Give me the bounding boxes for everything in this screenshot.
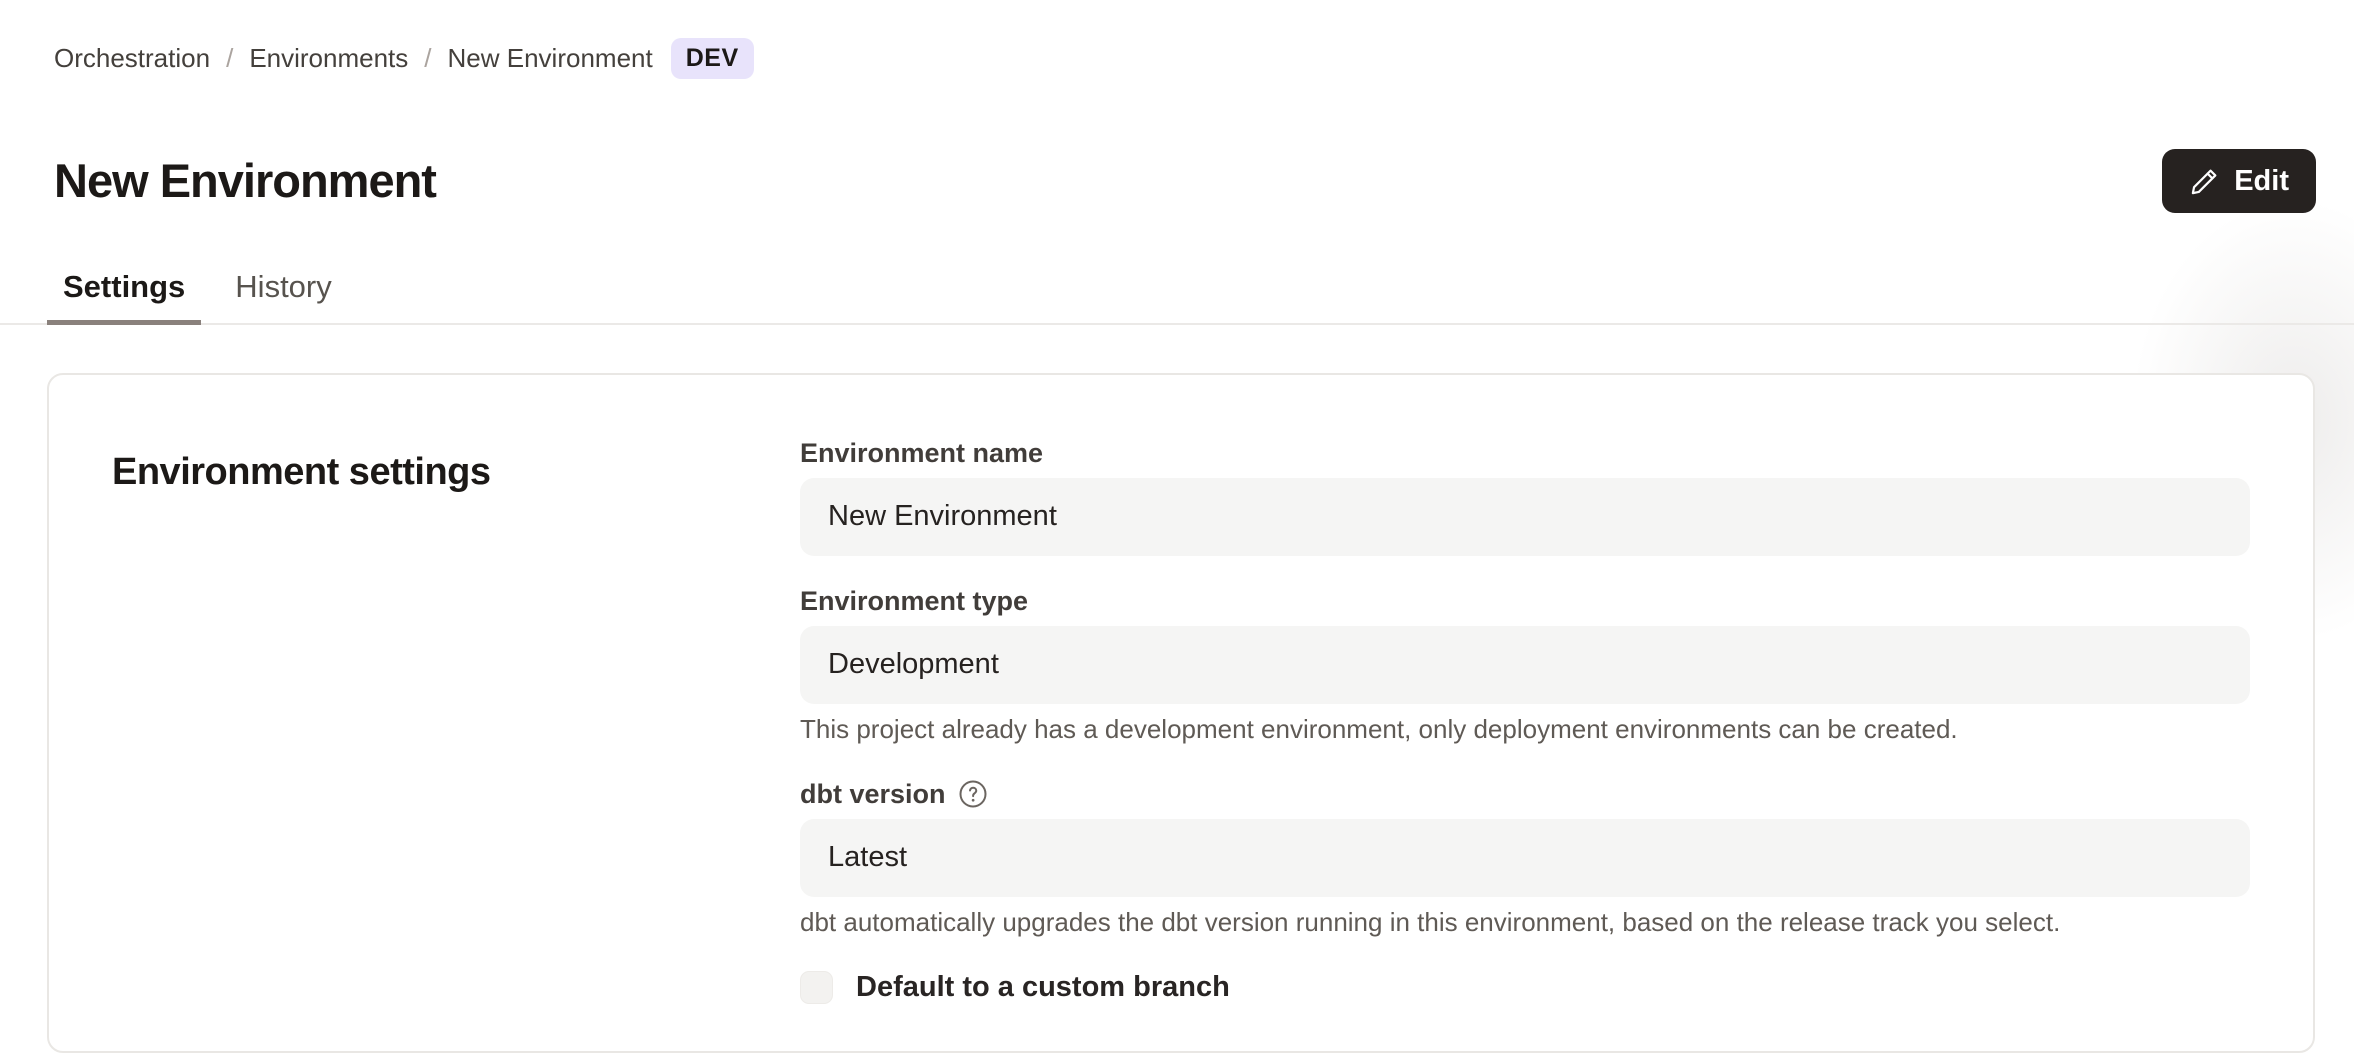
breadcrumb-item-orchestration[interactable]: Orchestration — [54, 43, 210, 74]
card-heading: Environment settings — [112, 451, 800, 494]
environment-settings-card: Environment settings Environment name Ne… — [47, 373, 2315, 1053]
breadcrumb-item-environments[interactable]: Environments — [249, 43, 408, 74]
environment-type-helper: This project already has a development e… — [800, 713, 2250, 745]
tab-bar: Settings History — [0, 269, 2354, 325]
custom-branch-row: Default to a custom branch — [800, 971, 2250, 1004]
environment-name-value: New Environment — [828, 500, 1057, 533]
tab-history[interactable]: History — [219, 269, 347, 325]
breadcrumb-separator: / — [424, 43, 431, 74]
card-heading-column: Environment settings — [112, 437, 800, 1051]
dbt-version-label: dbt version — [800, 778, 2250, 810]
breadcrumb: Orchestration / Environments / New Envir… — [0, 0, 2354, 79]
environment-type-field[interactable]: Development — [800, 626, 2250, 704]
dbt-version-label-text: dbt version — [800, 778, 946, 810]
question-circle-icon[interactable] — [958, 779, 988, 809]
breadcrumb-separator: / — [226, 43, 233, 74]
dbt-version-helper: dbt automatically upgrades the dbt versi… — [800, 906, 2250, 938]
page-header: New Environment Edit — [54, 122, 2316, 241]
environment-name-field[interactable]: New Environment — [800, 478, 2250, 556]
page-title: New Environment — [54, 153, 436, 209]
custom-branch-checkbox[interactable] — [800, 971, 833, 1004]
edit-button-label: Edit — [2234, 165, 2289, 198]
dbt-version-value: Latest — [828, 841, 907, 874]
environment-type-value: Development — [828, 648, 999, 681]
settings-form: Environment name New Environment Environ… — [800, 437, 2250, 1051]
environment-type-label-text: Environment type — [800, 585, 1028, 617]
dbt-version-field[interactable]: Latest — [800, 819, 2250, 897]
pencil-icon — [2189, 166, 2220, 197]
custom-branch-label: Default to a custom branch — [856, 971, 1230, 1004]
environment-name-label: Environment name — [800, 437, 2250, 469]
environment-name-label-text: Environment name — [800, 437, 1043, 469]
tab-settings[interactable]: Settings — [47, 269, 201, 325]
environment-type-badge: DEV — [671, 38, 754, 79]
edit-button[interactable]: Edit — [2162, 149, 2316, 213]
breadcrumb-item-new-environment[interactable]: New Environment — [448, 43, 653, 74]
environment-type-label: Environment type — [800, 585, 2250, 617]
